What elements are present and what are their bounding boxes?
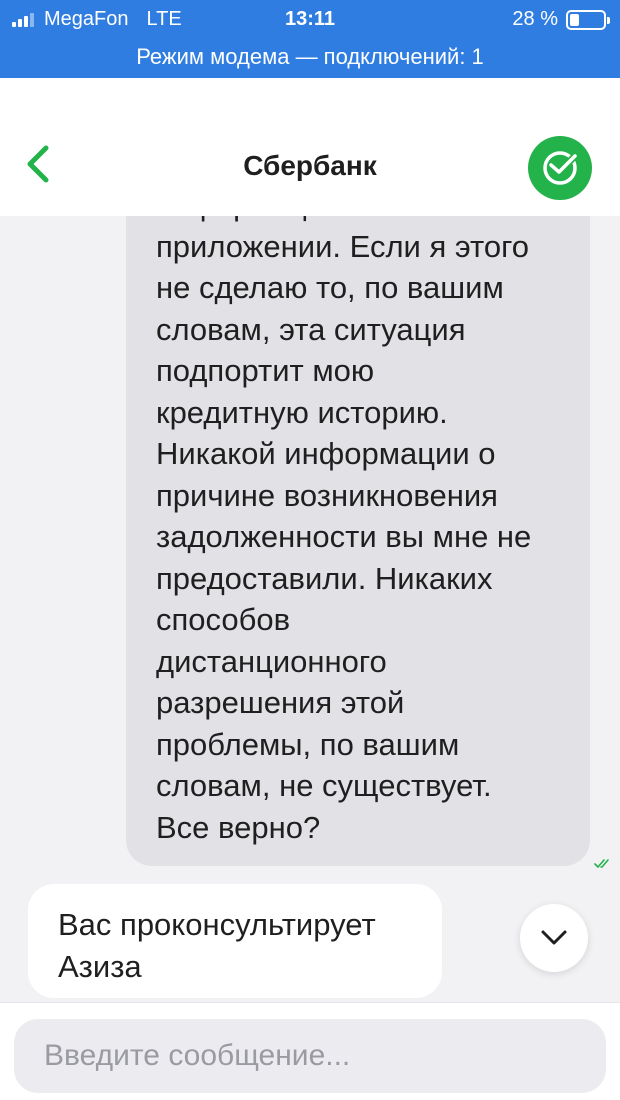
battery-fill	[570, 13, 579, 26]
message-line: проблемы, по вашим	[156, 726, 460, 762]
chevron-down-icon	[541, 930, 567, 945]
message-line: словам, не существует.	[156, 768, 492, 803]
message-line: Азиза	[58, 948, 142, 984]
double-check-icon	[594, 859, 609, 868]
sberbank-logo-icon[interactable]	[528, 136, 592, 200]
chat-header: Сбербанк	[0, 78, 620, 216]
status-right: 28 %	[512, 8, 610, 31]
outgoing-message-bubble[interactable]: информации в приложении. Если я этого не…	[126, 216, 590, 866]
battery-percent: 28 %	[512, 8, 558, 30]
incoming-message-bubble[interactable]: Вас проконсультирует Азиза	[28, 884, 442, 998]
logo-mark	[543, 151, 579, 185]
message-line: предоставили. Никаких	[156, 560, 493, 596]
message-line: словам, эта ситуация	[156, 311, 466, 347]
message-line: не сделаю то, по вашим	[156, 270, 504, 305]
message-line: Никакой информации о	[156, 436, 496, 471]
message-line: разрешения этой	[156, 685, 405, 720]
message-line: дистанционного	[156, 643, 387, 679]
hotspot-banner[interactable]: Режим модема — подключений: 1	[0, 40, 620, 78]
message-input[interactable]: Введите сообщение...	[14, 1019, 606, 1093]
message-line: причине возникновения	[156, 477, 498, 513]
message-line: задолженности вы мне не	[156, 519, 532, 554]
message-line: приложении. Если я этого	[156, 228, 529, 264]
chat-area[interactable]: информации в приложении. Если я этого не…	[0, 216, 620, 1002]
message-line: подпортит мою	[156, 353, 375, 388]
message-line: информации в	[156, 216, 570, 226]
message-line: Вас проконсультирует	[58, 907, 376, 942]
page-title: Сбербанк	[243, 150, 377, 181]
message-line: Все верно?	[156, 809, 321, 845]
message-line: кредитную историю.	[156, 394, 448, 430]
scroll-down-button[interactable]	[520, 904, 588, 972]
message-line: способов	[156, 602, 291, 637]
composer: Введите сообщение...	[0, 1002, 620, 1100]
status-bar: MegaFon LTE 13:11 28 %	[0, 0, 620, 40]
battery-icon	[566, 9, 610, 30]
outgoing-message-text: информации в приложении. Если я этого не…	[156, 216, 570, 848]
